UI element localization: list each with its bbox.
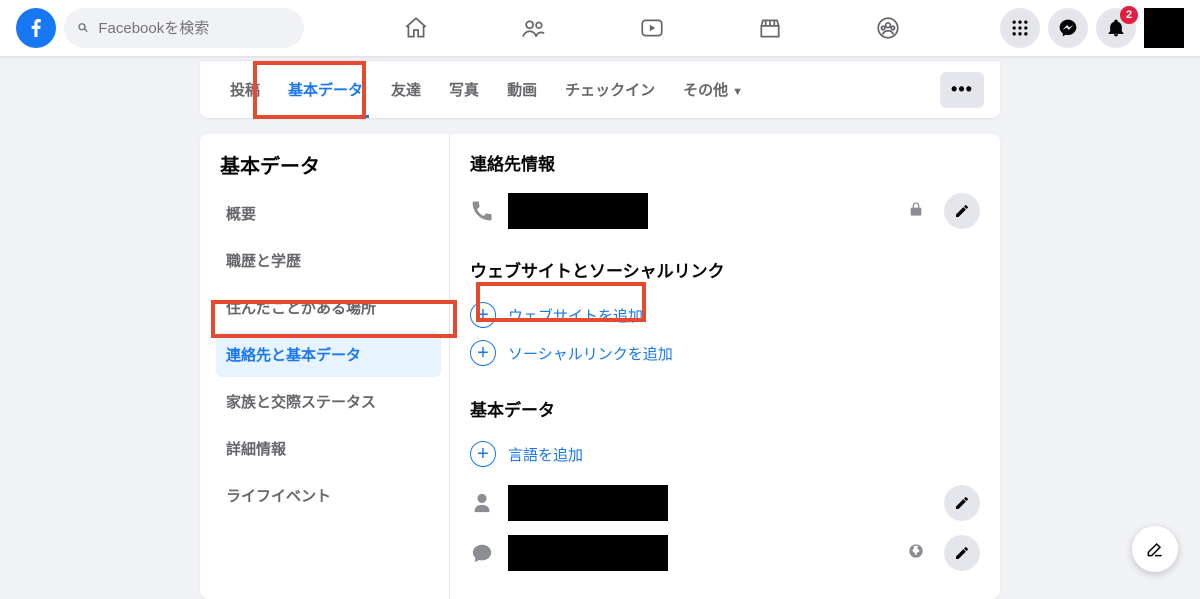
redacted-birthday xyxy=(508,535,668,571)
about-main: 連絡先情報 ウェブサイトとソーシャルリンク xyxy=(450,134,1000,599)
add-social-button[interactable]: + ソーシャルリンクを追加 xyxy=(470,334,980,372)
gender-icon xyxy=(470,491,494,515)
pencil-icon xyxy=(954,495,970,511)
chat-icon xyxy=(470,541,494,565)
search-input[interactable] xyxy=(98,20,292,37)
home-icon xyxy=(403,15,429,41)
lock-icon[interactable] xyxy=(902,201,930,222)
sidebar-item-family[interactable]: 家族と交際ステータス xyxy=(216,379,441,424)
edit-birthday-button[interactable] xyxy=(944,535,980,571)
watch-icon xyxy=(639,15,665,41)
facebook-logo[interactable] xyxy=(16,8,56,48)
section-contact: 連絡先情報 xyxy=(470,150,980,233)
globe-icon[interactable] xyxy=(902,543,930,564)
add-language-label: 言語を追加 xyxy=(508,444,583,465)
notifications-button[interactable]: 2 xyxy=(1096,8,1136,48)
nav-friends[interactable] xyxy=(479,4,589,52)
section-basic-title: 基本データ xyxy=(470,396,980,421)
marketplace-icon xyxy=(757,15,783,41)
compose-button[interactable] xyxy=(1132,526,1178,572)
tab-photos[interactable]: 写真 xyxy=(435,61,493,118)
about-heading: 基本データ xyxy=(216,150,441,179)
section-basic: 基本データ + 言語を追加 xyxy=(470,396,980,575)
account-avatar[interactable] xyxy=(1144,8,1184,48)
tab-more-label: その他 xyxy=(683,82,728,99)
notification-badge: 2 xyxy=(1120,6,1138,24)
plus-icon: + xyxy=(470,441,496,467)
edit-gender-button[interactable] xyxy=(944,485,980,521)
sidebar-item-places[interactable]: 住んだことがある場所 xyxy=(216,285,441,330)
nav-marketplace[interactable] xyxy=(715,4,825,52)
tab-more[interactable]: その他 ▼ xyxy=(669,61,757,118)
profile-tabs: 投稿 基本データ 友達 写真 動画 チェックイン その他 ▼ ••• xyxy=(200,60,1000,118)
sidebar-item-work-edu[interactable]: 職歴と学歴 xyxy=(216,238,441,283)
tab-friends[interactable]: 友達 xyxy=(377,61,435,118)
about-side-nav: 基本データ 概要 職歴と学歴 住んだことがある場所 連絡先と基本データ 家族と交… xyxy=(200,134,450,599)
pencil-icon xyxy=(954,545,970,561)
tab-posts[interactable]: 投稿 xyxy=(216,61,274,118)
sidebar-item-details[interactable]: 詳細情報 xyxy=(216,426,441,471)
add-website-button[interactable]: + ウェブサイトを追加 xyxy=(470,296,980,334)
nav-home[interactable] xyxy=(361,4,471,52)
chevron-down-icon: ▼ xyxy=(732,86,743,98)
plus-icon: + xyxy=(470,302,496,328)
sidebar-item-contact[interactable]: 連絡先と基本データ xyxy=(216,332,441,377)
row-birthday xyxy=(470,531,980,575)
profile-page: 投稿 基本データ 友達 写真 動画 チェックイン その他 ▼ ••• 基本データ … xyxy=(200,60,1000,599)
add-website-label: ウェブサイトを追加 xyxy=(508,305,643,326)
add-language-button[interactable]: + 言語を追加 xyxy=(470,435,980,473)
sidebar-item-overview[interactable]: 概要 xyxy=(216,191,441,236)
global-header: 2 xyxy=(0,0,1200,56)
friends-icon xyxy=(521,15,547,41)
nav-watch[interactable] xyxy=(597,4,707,52)
redacted-gender xyxy=(508,485,668,521)
tab-about[interactable]: 基本データ xyxy=(274,61,377,118)
grid-icon xyxy=(1010,18,1030,38)
messenger-icon xyxy=(1058,18,1078,38)
row-phone xyxy=(470,189,980,233)
section-contact-title: 連絡先情報 xyxy=(470,150,980,175)
redacted-phone xyxy=(508,193,648,229)
section-websites-title: ウェブサイトとソーシャルリンク xyxy=(470,257,980,282)
edit-phone-button[interactable] xyxy=(944,193,980,229)
nav-groups[interactable] xyxy=(833,4,943,52)
section-websites: ウェブサイトとソーシャルリンク + ウェブサイトを追加 + ソーシャルリンクを追… xyxy=(470,257,980,372)
row-gender xyxy=(470,481,980,525)
pencil-icon xyxy=(954,203,970,219)
sidebar-item-life-events[interactable]: ライフイベント xyxy=(216,473,441,518)
menu-grid-button[interactable] xyxy=(1000,8,1040,48)
search-icon xyxy=(76,20,90,36)
plus-icon: + xyxy=(470,340,496,366)
tab-videos[interactable]: 動画 xyxy=(493,61,551,118)
about-card: 基本データ 概要 職歴と学歴 住んだことがある場所 連絡先と基本データ 家族と交… xyxy=(200,134,1000,599)
center-nav xyxy=(304,4,1000,52)
tab-checkins[interactable]: チェックイン xyxy=(551,61,669,118)
compose-icon xyxy=(1145,539,1165,559)
search-box[interactable] xyxy=(64,8,304,48)
phone-icon xyxy=(470,199,494,223)
groups-icon xyxy=(875,15,901,41)
profile-more-button[interactable]: ••• xyxy=(940,72,984,108)
right-tray: 2 xyxy=(1000,8,1184,48)
messenger-button[interactable] xyxy=(1048,8,1088,48)
add-social-label: ソーシャルリンクを追加 xyxy=(508,343,673,364)
